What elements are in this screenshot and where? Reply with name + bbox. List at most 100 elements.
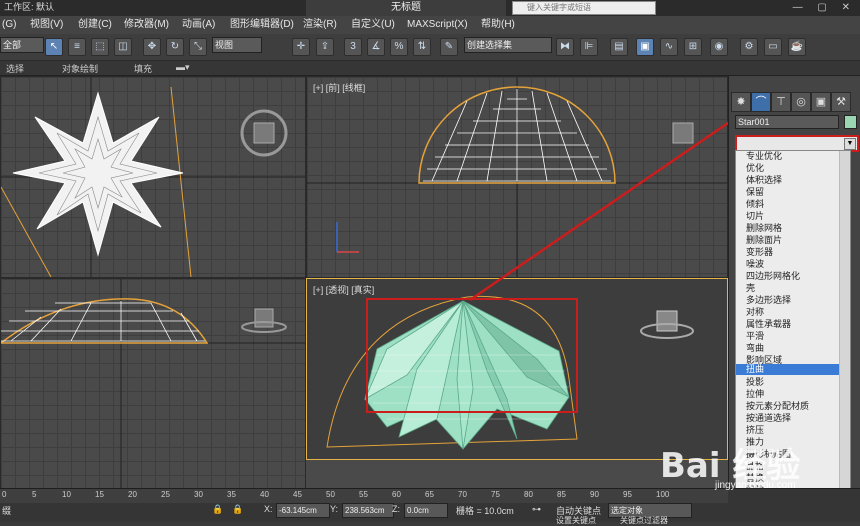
- render-setup-icon[interactable]: ⚙: [740, 38, 758, 56]
- reference-coordinate-dropdown[interactable]: 视图: [212, 37, 262, 53]
- schematic-view-icon[interactable]: ⊞: [684, 38, 702, 56]
- modifier-item[interactable]: 删除面片: [746, 235, 782, 246]
- modifier-item[interactable]: 优化: [746, 163, 764, 174]
- lock-icon[interactable]: 🔒: [212, 504, 223, 515]
- ribbon-tab-populate[interactable]: 填充: [134, 62, 152, 75]
- modifier-item[interactable]: 专业优化: [746, 151, 782, 162]
- modifier-item[interactable]: 投影: [746, 377, 764, 388]
- modifier-list-scrollbar[interactable]: [839, 151, 850, 489]
- angle-snap-icon[interactable]: ∡: [367, 38, 385, 56]
- chevron-down-icon[interactable]: ▼: [844, 138, 856, 150]
- display-tab-icon[interactable]: ▣: [811, 92, 831, 112]
- pivot-center-icon[interactable]: ✛: [292, 38, 310, 56]
- modifier-item[interactable]: 按元素分配材质: [746, 401, 809, 412]
- dome-wireframe: [307, 77, 727, 277]
- modifier-item[interactable]: 变形器: [746, 247, 773, 258]
- ruler-tick: 30: [194, 490, 203, 499]
- modifier-item[interactable]: 挤压: [746, 425, 764, 436]
- layer-manager-icon[interactable]: ▤: [610, 38, 628, 56]
- ruler-tick: 0: [2, 490, 7, 499]
- motion-tab-icon[interactable]: ◎: [791, 92, 811, 112]
- ribbon-options-icon[interactable]: ▬▾: [176, 62, 190, 73]
- viewport-left[interactable]: [0, 278, 306, 490]
- timeline-ruler[interactable]: 0 5 10 15 20 25 30 35 40 45 50 55 60 65 …: [0, 489, 728, 503]
- ruler-tick: 45: [293, 490, 302, 499]
- move-icon[interactable]: ✥: [143, 38, 161, 56]
- x-coordinate-field[interactable]: -63.145cm: [276, 503, 330, 518]
- utilities-tab-icon[interactable]: ⚒: [831, 92, 851, 112]
- modifier-item[interactable]: 对称: [746, 307, 764, 318]
- highlight-mesh-box: [366, 298, 578, 413]
- z-coordinate-field[interactable]: 0.0cm: [404, 503, 448, 518]
- dome-side-wireframe: [1, 279, 305, 489]
- scale-icon[interactable]: ⤡: [189, 38, 207, 56]
- modify-tab-icon[interactable]: ⌒: [751, 92, 771, 112]
- graphite-tools-icon[interactable]: ▣: [636, 38, 654, 56]
- menu-item-rendering[interactable]: 渲染(R): [303, 18, 337, 32]
- menu-item-maxscript[interactable]: MAXScript(X): [407, 18, 468, 32]
- menu-item-help[interactable]: 帮助(H): [481, 18, 515, 32]
- key-icon[interactable]: ⊶: [532, 504, 541, 515]
- menu-item-graph-editors[interactable]: 图形编辑器(D): [230, 18, 294, 32]
- modifier-item[interactable]: 拉伸: [746, 389, 764, 400]
- viewport-top[interactable]: [0, 76, 306, 278]
- modifier-item-selected[interactable]: 扭曲: [736, 364, 848, 375]
- modifier-item[interactable]: 平滑: [746, 331, 764, 342]
- ribbon-bar: 选择 对象绘制 填充 ▬▾: [0, 61, 860, 76]
- select-by-name-icon[interactable]: ≡: [68, 38, 86, 56]
- modifier-item[interactable]: 弯曲: [746, 343, 764, 354]
- object-name-field[interactable]: Star001: [735, 115, 839, 129]
- rendered-frame-icon[interactable]: ▭: [764, 38, 782, 56]
- search-input[interactable]: 键入关键字或短语: [512, 1, 656, 15]
- modifier-item[interactable]: 体积选择: [746, 175, 782, 186]
- modifier-item[interactable]: 按通道选择: [746, 413, 791, 424]
- rect-selection-icon[interactable]: ⬚: [91, 38, 109, 56]
- ruler-tick: 55: [359, 490, 368, 499]
- ribbon-tab-object-paint[interactable]: 对象绘制: [62, 62, 98, 75]
- selection-lock-icon[interactable]: 🔒: [232, 504, 243, 515]
- modifier-item[interactable]: 删除网格: [746, 223, 782, 234]
- create-tab-icon[interactable]: ✸: [731, 92, 751, 112]
- ruler-tick: 20: [128, 490, 137, 499]
- x-label: X:: [264, 504, 273, 514]
- ribbon-tab-selection[interactable]: 选择: [6, 62, 24, 75]
- menu-item-customize[interactable]: 自定义(U): [351, 18, 395, 32]
- status-bar: 0 5 10 15 20 25 30 35 40 45 50 55 60 65 …: [0, 488, 860, 525]
- modifier-item[interactable]: 保留: [746, 187, 764, 198]
- menu-item-animation[interactable]: 动画(A): [182, 18, 215, 32]
- viewport-front[interactable]: [+] [前] [线框]: [306, 76, 728, 278]
- object-color-swatch[interactable]: [844, 115, 857, 129]
- menu-item-group[interactable]: (G): [2, 18, 16, 32]
- y-coordinate-field[interactable]: 238.563cm: [342, 503, 394, 518]
- selection-filter-dropdown[interactable]: 全部: [0, 37, 44, 53]
- rotate-icon[interactable]: ↻: [166, 38, 184, 56]
- ruler-tick: 65: [425, 490, 434, 499]
- modifier-item[interactable]: 切片: [746, 211, 764, 222]
- ruler-tick: 60: [392, 490, 401, 499]
- modifier-item[interactable]: 倾斜: [746, 199, 764, 210]
- window-crossing-icon[interactable]: ◫: [114, 38, 132, 56]
- menu-item-create[interactable]: 创建(C): [78, 18, 112, 32]
- menu-item-view[interactable]: 视图(V): [30, 18, 63, 32]
- render-production-icon[interactable]: ☕: [788, 38, 806, 56]
- select-manipulate-icon[interactable]: ⇪: [316, 38, 334, 56]
- select-object-icon[interactable]: ↖: [45, 38, 63, 56]
- menu-item-modifiers[interactable]: 修改器(M): [124, 18, 169, 32]
- hierarchy-tab-icon[interactable]: ⊤: [771, 92, 791, 112]
- named-selection-dropdown[interactable]: 创建选择集: [464, 37, 552, 53]
- curve-editor-icon[interactable]: ∿: [660, 38, 678, 56]
- percent-snap-icon[interactable]: %: [390, 38, 408, 56]
- ruler-tick: 100: [656, 490, 670, 499]
- edit-named-selection-icon[interactable]: ✎: [440, 38, 458, 56]
- snap-toggle-icon[interactable]: 3: [344, 38, 362, 56]
- mirror-icon[interactable]: ⧓: [556, 38, 574, 56]
- modifier-item[interactable]: 多边形选择: [746, 295, 791, 306]
- modifier-item[interactable]: 壳: [746, 283, 755, 294]
- align-icon[interactable]: ⊫: [580, 38, 598, 56]
- window-controls[interactable]: — ▢ ✕: [793, 2, 856, 13]
- modifier-item[interactable]: 属性承载器: [746, 319, 791, 330]
- material-editor-icon[interactable]: ◉: [710, 38, 728, 56]
- modifier-item[interactable]: 四边形网格化: [746, 271, 800, 282]
- modifier-item[interactable]: 噪波: [746, 259, 764, 270]
- spinner-snap-icon[interactable]: ⇅: [413, 38, 431, 56]
